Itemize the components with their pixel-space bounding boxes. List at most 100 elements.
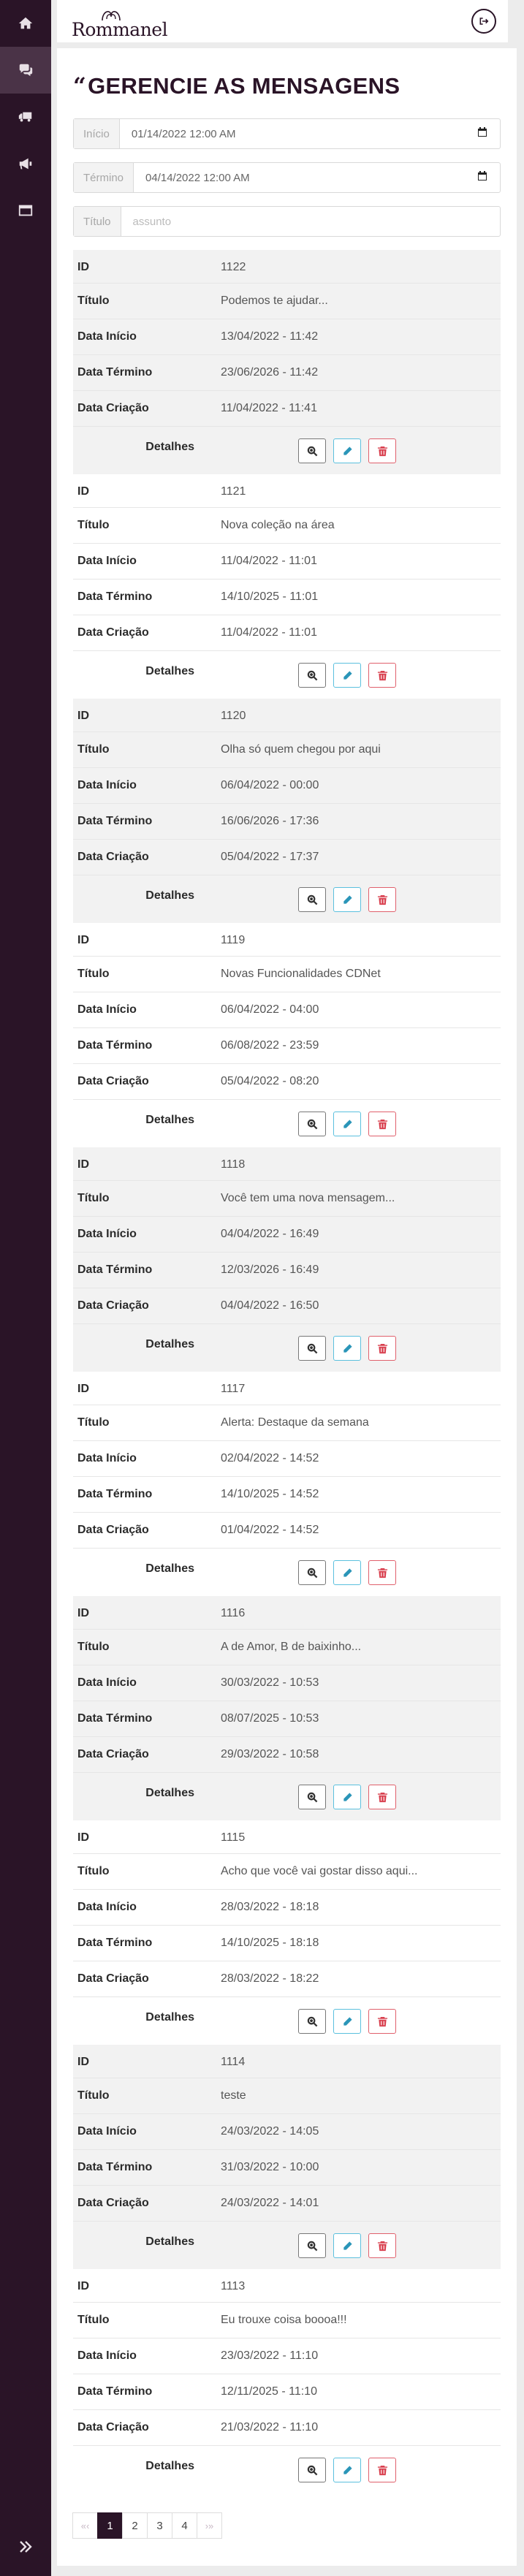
edit-button[interactable] <box>333 1560 361 1585</box>
record-label-id: ID <box>77 933 89 946</box>
record-actions <box>298 1560 396 1585</box>
view-button[interactable] <box>298 2009 326 2034</box>
pencil-icon <box>343 2016 352 2026</box>
record-value-created-date: 21/03/2022 - 11:10 <box>221 2421 319 2433</box>
record-row-start-date: Data Início 13/04/2022 - 11:42 <box>73 319 501 355</box>
edit-button[interactable] <box>333 1112 361 1136</box>
delete-button[interactable] <box>368 2233 396 2258</box>
main-content: “GERENCIE AS MENSAGENS Início 01/14/2022… <box>57 48 517 2566</box>
delete-button[interactable] <box>368 1112 396 1136</box>
sidebar-item-banners[interactable] <box>0 187 51 234</box>
record-row-end-date: Data Término 12/11/2025 - 11:10 <box>73 2374 501 2410</box>
view-button[interactable] <box>298 2458 326 2482</box>
window-icon <box>18 205 33 216</box>
view-button[interactable] <box>298 887 326 912</box>
record-value-title: Olha só quem chegou por aqui <box>221 743 381 756</box>
delete-button[interactable] <box>368 2458 396 2482</box>
record-label-start-date: Data Início <box>77 1003 137 1016</box>
edit-button[interactable] <box>333 663 361 688</box>
view-button[interactable] <box>298 663 326 688</box>
record-value-end-date: 23/06/2026 - 11:42 <box>221 366 319 379</box>
view-button[interactable] <box>298 1560 326 1585</box>
calendar-icon[interactable] <box>476 126 488 141</box>
trash-icon <box>377 2465 387 2475</box>
sidebar-item-announcements[interactable] <box>0 140 51 187</box>
start-date-input[interactable]: 01/14/2022 12:00 AM <box>120 119 500 148</box>
logo-text: Rommanel <box>72 19 168 40</box>
sidebar-item-delivery[interactable] <box>0 94 51 140</box>
view-button[interactable] <box>298 2233 326 2258</box>
pagination-page-1[interactable]: 1 <box>97 2512 123 2539</box>
delete-button[interactable] <box>368 1785 396 1809</box>
record-row-title: Título Alerta: Destaque da semana <box>73 1405 501 1441</box>
view-button[interactable] <box>298 438 326 463</box>
edit-button[interactable] <box>333 1336 361 1361</box>
expand-sidebar-button[interactable] <box>0 2528 51 2566</box>
view-button[interactable] <box>298 1336 326 1361</box>
edit-button[interactable] <box>333 2009 361 2034</box>
record-value-title: Alerta: Destaque da semana <box>221 1416 369 1429</box>
record-row-title: Título Podemos te ajudar... <box>73 284 501 319</box>
edit-button[interactable] <box>333 2233 361 2258</box>
pagination-first[interactable]: «‹ <box>72 2512 98 2539</box>
sidebar-item-home[interactable] <box>0 0 51 47</box>
record-label-title: Título <box>77 2314 110 2326</box>
record-label-end-date: Data Término <box>77 590 153 603</box>
title-search-input[interactable]: assunto <box>121 207 500 236</box>
title-search-placeholder: assunto <box>132 215 172 228</box>
record-row-id: ID 1122 <box>73 251 501 284</box>
delete-button[interactable] <box>368 2009 396 2034</box>
zoom-icon <box>307 2465 317 2475</box>
edit-button[interactable] <box>333 887 361 912</box>
view-button[interactable] <box>298 1785 326 1809</box>
pagination-page-4[interactable]: 4 <box>172 2512 197 2539</box>
page-title-text: GERENCIE AS MENSAGENS <box>88 73 400 99</box>
record-row-created-date: Data Criação 29/03/2022 - 10:58 <box>73 1737 501 1773</box>
megaphone-icon <box>19 158 32 170</box>
view-button[interactable] <box>298 1112 326 1136</box>
record-actions <box>298 1785 396 1809</box>
sidebar-item-messages[interactable] <box>0 47 51 94</box>
record-value-id: 1121 <box>221 485 246 498</box>
record-label-created-date: Data Criação <box>77 402 149 414</box>
pagination-page-2[interactable]: 2 <box>122 2512 148 2539</box>
record-row-actions: Detalhes <box>73 1100 501 1141</box>
record-row-id: ID 1119 <box>73 924 501 957</box>
record-value-created-date: 01/04/2022 - 14:52 <box>221 1524 319 1536</box>
record-actions <box>298 887 396 912</box>
record-label-details: Detalhes <box>145 2011 194 2024</box>
pagination-page-3[interactable]: 3 <box>147 2512 172 2539</box>
record-value-created-date: 11/04/2022 - 11:41 <box>221 402 317 414</box>
record-row-end-date: Data Término 31/03/2022 - 10:00 <box>73 2150 501 2186</box>
message-list: ID 1122 Título Podemos te ajudar... Data Iní… <box>73 250 501 2493</box>
record-row-start-date: Data Início 24/03/2022 - 14:05 <box>73 2114 501 2150</box>
pagination-last[interactable]: ›» <box>197 2512 222 2539</box>
record-value-end-date: 12/03/2026 - 16:49 <box>221 1264 319 1276</box>
zoom-icon <box>307 1568 317 1578</box>
record-row-title: Título Novas Funcionalidades CDNet <box>73 957 501 992</box>
record-value-id: 1116 <box>221 1606 246 1619</box>
delete-button[interactable] <box>368 438 396 463</box>
edit-button[interactable] <box>333 438 361 463</box>
record-label-id: ID <box>77 1158 89 1171</box>
logout-button[interactable] <box>471 9 496 34</box>
calendar-icon[interactable] <box>476 170 488 185</box>
delete-button[interactable] <box>368 887 396 912</box>
record-label-id: ID <box>77 1606 89 1619</box>
record-label-created-date: Data Criação <box>77 1972 149 1985</box>
delete-button[interactable] <box>368 1560 396 1585</box>
record-label-title: Título <box>77 1416 110 1429</box>
record-row-start-date: Data Início 23/03/2022 - 11:10 <box>73 2338 501 2374</box>
record-value-title: teste <box>221 2089 246 2102</box>
edit-button[interactable] <box>333 1785 361 1809</box>
trash-icon <box>377 1568 387 1578</box>
logo[interactable]: Rommanel <box>72 7 174 40</box>
record-value-end-date: 14/10/2025 - 11:01 <box>221 590 319 603</box>
record-label-start-date: Data Início <box>77 555 137 567</box>
record-value-end-date: 06/08/2022 - 23:59 <box>221 1039 319 1052</box>
delete-button[interactable] <box>368 1336 396 1361</box>
record-value-title: Você tem uma nova mensagem... <box>221 1192 395 1204</box>
end-date-input[interactable]: 04/14/2022 12:00 AM <box>134 163 500 192</box>
delete-button[interactable] <box>368 663 396 688</box>
edit-button[interactable] <box>333 2458 361 2482</box>
